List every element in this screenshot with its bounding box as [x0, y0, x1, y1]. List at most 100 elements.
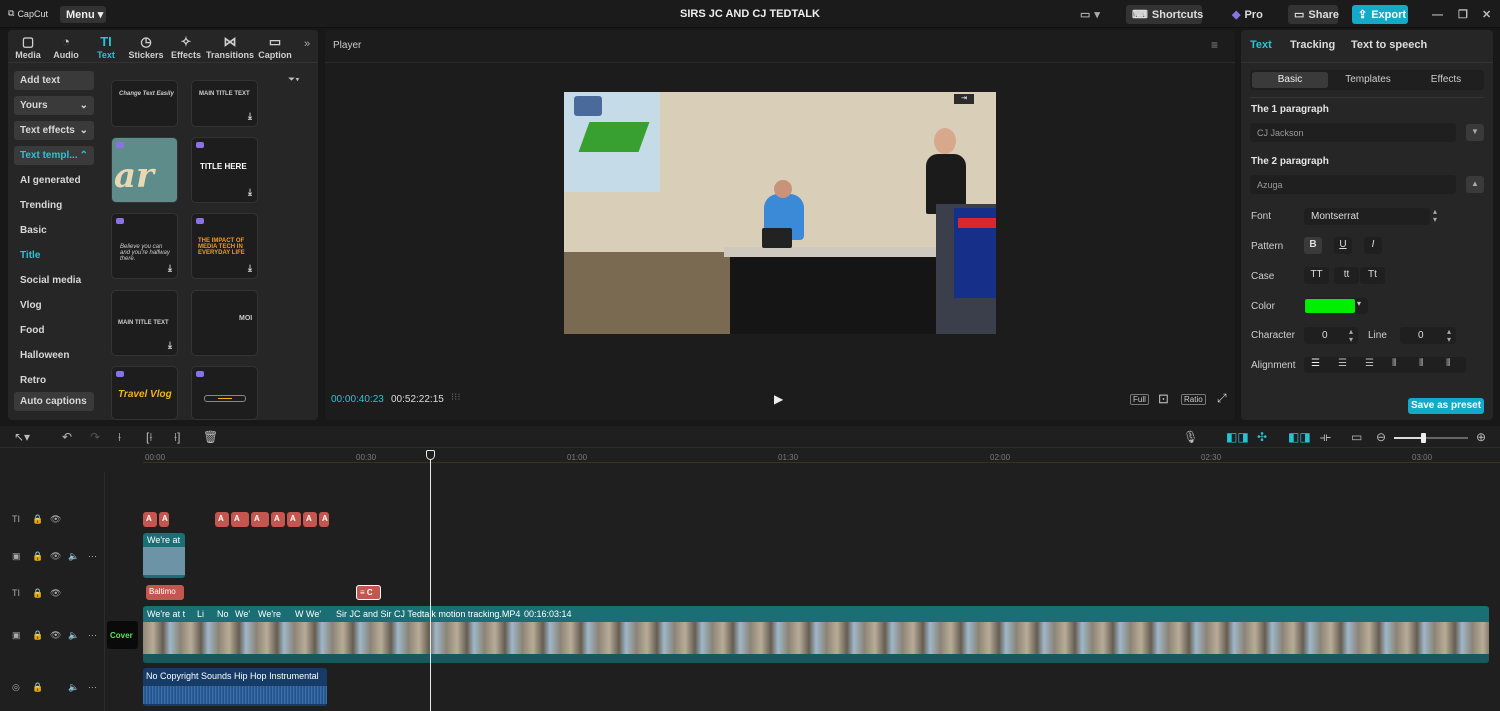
split-right-icon[interactable]: ⟊]: [174, 430, 180, 445]
eye-icon[interactable]: 👁: [50, 630, 61, 641]
delete-icon[interactable]: 🗑: [203, 430, 218, 444]
template-tile[interactable]: MAIN TITLE TEXT ⤓: [191, 80, 258, 127]
lock-icon[interactable]: 🔒: [32, 551, 43, 562]
speaker-icon[interactable]: 🔈: [68, 630, 79, 641]
full-button[interactable]: Full: [1130, 394, 1149, 405]
sidebar-item-food[interactable]: Food: [14, 321, 94, 340]
main-video-track[interactable]: We're at t Li No We' We're W We' Sir JC …: [143, 606, 1489, 663]
text-clip[interactable]: A: [215, 512, 229, 527]
subtab-basic[interactable]: Basic: [1252, 72, 1328, 88]
lock-icon[interactable]: 🔒: [32, 682, 43, 693]
sidebar-item-ai-generated[interactable]: AI generated: [14, 171, 94, 190]
text-clip[interactable]: A: [143, 512, 157, 527]
shortcuts-button[interactable]: ⌨ Shortcuts: [1126, 5, 1203, 24]
video-preview[interactable]: ⇥: [564, 92, 996, 334]
cover-thumbnail[interactable]: Cover: [107, 621, 138, 649]
maximize-button[interactable]: ❐: [1452, 5, 1474, 24]
more-icon[interactable]: ⋯: [88, 551, 97, 562]
speaker-icon[interactable]: 🔈: [68, 682, 79, 693]
download-icon[interactable]: ⤓: [168, 340, 172, 351]
template-tile[interactable]: Believe you can and you're halfway there…: [111, 213, 178, 279]
layout-button[interactable]: ▭ ▾: [1074, 5, 1106, 24]
sidebar-item-basic[interactable]: Basic: [14, 221, 94, 240]
tab-tracking[interactable]: Tracking: [1290, 39, 1335, 51]
tab-text[interactable]: TI Text: [87, 34, 125, 60]
collapse-down-icon[interactable]: ▼: [1466, 124, 1484, 141]
add-text-button[interactable]: Add text: [14, 71, 94, 90]
sidebar-item-social-media[interactable]: Social media: [14, 271, 94, 290]
zoom-in-icon[interactable]: ⊕: [1476, 430, 1486, 444]
align-vertical-center-icon[interactable]: ⦀: [1419, 358, 1423, 369]
tab-text-to-speech[interactable]: Text to speech: [1351, 39, 1427, 51]
template-tile[interactable]: Travel Vlog: [111, 366, 178, 420]
split-left-icon[interactable]: [⟊: [146, 430, 152, 445]
auto-captions-button[interactable]: Auto captions: [14, 392, 94, 411]
fullscreen-icon[interactable]: ⤢: [1217, 391, 1227, 406]
lock-icon[interactable]: 🔒: [32, 514, 43, 525]
save-as-preset-button[interactable]: Save as preset: [1408, 398, 1484, 414]
align-vertical-bottom-icon[interactable]: ⦀: [1446, 358, 1450, 369]
pro-button[interactable]: ◆ Pro: [1226, 5, 1269, 24]
align-center-icon[interactable]: ☰: [1338, 358, 1347, 369]
select-tool-icon[interactable]: ↖▾: [14, 430, 30, 444]
sidebar-item-yours[interactable]: Yours ⌄: [14, 96, 94, 115]
template-tile[interactable]: MOI: [191, 290, 258, 356]
share-button[interactable]: ▭ Share: [1288, 5, 1339, 24]
case-title-button[interactable]: Tt: [1360, 267, 1385, 284]
template-tile[interactable]: Change Text Easily: [111, 80, 178, 127]
bold-button[interactable]: B: [1304, 237, 1322, 254]
player-menu-icon[interactable]: ≡: [1211, 38, 1218, 52]
zoom-slider[interactable]: [1394, 433, 1468, 443]
ratio-button[interactable]: Ratio: [1181, 394, 1206, 405]
linkage-icon[interactable]: ◧◨: [1288, 430, 1311, 444]
stepper-icon[interactable]: ▴ ▾: [1433, 208, 1437, 224]
tab-stickers[interactable]: ◷ Stickers: [127, 34, 165, 60]
subtab-templates[interactable]: Templates: [1330, 74, 1406, 85]
tab-caption[interactable]: ▭ Caption: [256, 34, 294, 60]
lock-icon[interactable]: 🔒: [32, 630, 43, 641]
sidebar-item-vlog[interactable]: Vlog: [14, 296, 94, 315]
collapse-up-icon[interactable]: ▲: [1466, 176, 1484, 193]
microphone-icon[interactable]: 🎙: [1183, 430, 1198, 444]
tab-audio[interactable]: ◔ Audio: [47, 34, 85, 60]
text-clip[interactable]: Baltimo: [146, 585, 184, 600]
text-clip[interactable]: A: [271, 512, 285, 527]
align-left-icon[interactable]: ☰: [1311, 358, 1320, 369]
close-button[interactable]: ✕: [1476, 5, 1497, 24]
zoom-fit-icon[interactable]: ⊡: [1158, 391, 1169, 407]
filter-icon[interactable]: ⏷▾: [288, 74, 300, 85]
timecode-icon[interactable]: ⁝⁝⁝: [451, 392, 461, 403]
text-clip[interactable]: A: [319, 512, 329, 527]
case-lower-button[interactable]: tt: [1334, 267, 1359, 284]
playhead-handle[interactable]: [426, 450, 435, 460]
play-icon[interactable]: ▶: [774, 392, 783, 406]
template-tile[interactable]: THE IMPACT OF MEDIA TECH IN EVERYDAY LIF…: [191, 213, 258, 279]
template-tile[interactable]: ar: [111, 137, 178, 203]
expand-panel-icon[interactable]: »: [304, 38, 310, 50]
tab-effects[interactable]: ✧ Effects: [167, 34, 205, 60]
sidebar-item-retro[interactable]: Retro: [14, 371, 94, 390]
preview-axis-icon[interactable]: ⟛: [1320, 430, 1331, 445]
tab-transitions[interactable]: ⋈ Transitions: [206, 34, 254, 60]
split-icon[interactable]: ⟊: [118, 430, 121, 445]
speaker-icon[interactable]: 🔈: [68, 551, 79, 562]
text-clip[interactable]: A: [159, 512, 169, 527]
text-clip[interactable]: A: [251, 512, 269, 527]
download-icon[interactable]: ⤓: [248, 187, 252, 198]
text-clip[interactable]: A: [287, 512, 301, 527]
download-icon[interactable]: ⤓: [248, 111, 252, 122]
lock-icon[interactable]: 🔒: [32, 588, 43, 599]
export-button[interactable]: ⇪ Export: [1352, 5, 1408, 24]
auto-snap-icon[interactable]: ✣: [1257, 430, 1267, 444]
stepper-icon[interactable]: ▴ ▾: [1447, 328, 1451, 344]
underline-button[interactable]: U: [1334, 237, 1352, 254]
overlay-video-clip[interactable]: We're at t: [143, 533, 185, 578]
case-upper-button[interactable]: TT: [1304, 267, 1329, 284]
stepper-icon[interactable]: ▴ ▾: [1349, 328, 1353, 344]
sidebar-item-title[interactable]: Title: [14, 246, 94, 265]
paragraph-2-input[interactable]: Azuga: [1250, 175, 1456, 194]
tab-text-props[interactable]: Text: [1250, 39, 1272, 51]
text-clip[interactable]: A: [303, 512, 317, 527]
download-icon[interactable]: ⤓: [168, 263, 172, 274]
download-icon[interactable]: ⤓: [248, 263, 252, 274]
